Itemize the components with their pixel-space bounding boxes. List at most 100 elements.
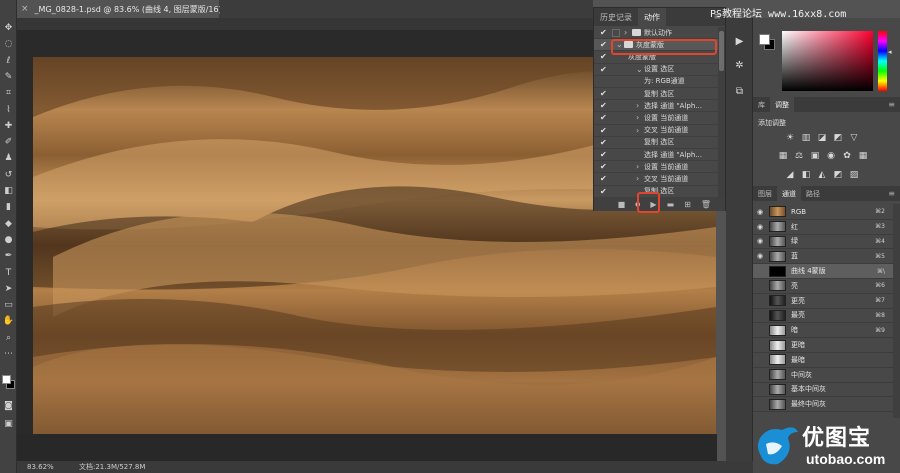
adjustment-icon[interactable]: ⚖	[794, 151, 804, 161]
adjustment-icon[interactable]: ◢	[785, 170, 795, 180]
channel-row[interactable]: 更亮 ⌘7	[753, 294, 893, 309]
adjustment-icon[interactable]: ▦	[778, 151, 788, 161]
lasso-tool-icon[interactable]: ℓ	[2, 55, 15, 68]
type-tool-icon[interactable]: T	[2, 267, 15, 280]
zoom-tool-icon[interactable]: ⌕	[2, 332, 15, 345]
action-row[interactable]: ✔ › 交叉 当前通道	[594, 173, 718, 186]
chevron-right-icon[interactable]: ›	[636, 101, 639, 110]
action-toggle-check[interactable]: ✔	[600, 28, 608, 37]
channel-row[interactable]: 基本中间灰	[753, 383, 893, 398]
action-row[interactable]: ✔ 复制 选区	[594, 88, 718, 101]
tab-paths[interactable]: 路径	[801, 186, 825, 201]
crop-tool-icon[interactable]: ⌗	[2, 87, 15, 100]
action-row[interactable]: ✔ › 默认动作	[594, 27, 718, 40]
stamp-tool-icon[interactable]: ♟	[2, 152, 15, 165]
channel-row[interactable]: 亮 ⌘6	[753, 279, 893, 294]
adjustment-icon[interactable]: ▥	[801, 133, 811, 143]
chevron-right-icon[interactable]: ›	[636, 113, 639, 122]
channel-row[interactable]: 最暗	[753, 353, 893, 368]
zoom-level[interactable]: 83.62%	[27, 463, 67, 471]
path-select-tool-icon[interactable]: ➤	[2, 283, 15, 296]
screen-mode-icon[interactable]: ▣	[2, 418, 15, 431]
channel-row[interactable]: ◉ 绿 ⌘4	[753, 235, 893, 250]
channel-row[interactable]: 中间灰	[753, 368, 893, 383]
action-toggle-check[interactable]: ✔	[600, 89, 608, 98]
color-field[interactable]	[782, 31, 873, 91]
tab-adjustments[interactable]: 调整	[770, 97, 794, 112]
tab-libraries[interactable]: 库	[753, 97, 770, 112]
action-toggle-check[interactable]: ✔	[600, 52, 608, 61]
tab-channels[interactable]: 通道	[777, 186, 801, 201]
adjustment-icon[interactable]: ▨	[849, 170, 859, 180]
marquee-tool-icon[interactable]: ◌	[2, 38, 15, 51]
adjustments-menu-icon[interactable]: ≡	[888, 97, 900, 112]
pen-tool-icon[interactable]: ✒	[2, 250, 15, 263]
visibility-eye-icon[interactable]: ◉	[757, 252, 767, 260]
hue-slider[interactable]	[878, 31, 887, 91]
tab-history[interactable]: 历史记录	[594, 8, 638, 26]
new-action-icon[interactable]: ⊞	[684, 200, 691, 209]
adjustment-icon[interactable]: ▦	[858, 151, 868, 161]
action-row[interactable]: ✔ 选择 通道 "Alph...	[594, 149, 718, 162]
channel-row[interactable]: 暗 ⌘9	[753, 323, 893, 339]
action-toggle-check[interactable]: ✔	[600, 40, 608, 49]
visibility-eye-icon[interactable]: ◉	[757, 223, 767, 231]
adjustment-icon[interactable]: ◉	[826, 151, 836, 161]
stop-icon[interactable]: ■	[618, 200, 626, 209]
eyedropper-tool-icon[interactable]: ⌇	[2, 104, 15, 117]
action-row[interactable]: ✔ › 交叉 当前通道	[594, 125, 718, 137]
action-toggle-check[interactable]: ✔	[600, 150, 608, 159]
tool-foreground-swatch[interactable]	[2, 375, 11, 384]
eraser-tool-icon[interactable]: ◧	[2, 185, 15, 198]
document-tab[interactable]: × _MG_0828-1.psd @ 83.6% (曲线 4, 图层蒙版/16)…	[17, 0, 228, 18]
actions-scrollbar[interactable]	[718, 27, 725, 197]
visibility-eye-icon[interactable]: ◉	[757, 208, 767, 216]
dodge-tool-icon[interactable]: ●	[2, 234, 15, 247]
action-row[interactable]: ✔ › 设置 当前通道	[594, 112, 718, 125]
chevron-down-icon[interactable]: ⌄	[636, 65, 643, 74]
dialog-toggle-box[interactable]	[612, 28, 620, 37]
action-row[interactable]: 为: RGB通道	[594, 76, 718, 88]
play-panel-icon[interactable]: ▶	[732, 34, 747, 49]
action-toggle-check[interactable]: ✔	[600, 65, 608, 74]
quick-mask-icon[interactable]: ◙	[2, 400, 15, 413]
history-brush-tool-icon[interactable]: ↺	[2, 169, 15, 182]
scroll-thumb[interactable]	[719, 31, 724, 71]
channel-row[interactable]: 曲线 4蒙版 ⌘\	[753, 264, 893, 279]
chevron-right-icon[interactable]: ›	[624, 28, 627, 37]
channel-row[interactable]: ◉ 蓝 ⌘5	[753, 249, 893, 265]
channel-row[interactable]: ◉ 红 ⌘3	[753, 220, 893, 235]
adjustment-icon[interactable]: ✿	[842, 151, 852, 161]
channel-row[interactable]: 最亮 ⌘8	[753, 309, 893, 324]
tab-actions[interactable]: 动作	[638, 8, 666, 26]
channels-scrollbar[interactable]	[893, 204, 900, 418]
action-toggle-check[interactable]: ✔	[600, 174, 608, 183]
more-tools-icon[interactable]: ⋯	[2, 348, 15, 361]
brush-tool-icon[interactable]: ✐	[2, 136, 15, 149]
hue-slider-arrow-icon[interactable]: ◂	[888, 48, 892, 56]
action-row[interactable]: ✔ 复制 选区	[594, 137, 718, 149]
tab-layers[interactable]: 图层	[753, 186, 777, 201]
gradient-tool-icon[interactable]: ▮	[2, 201, 15, 214]
visibility-eye-icon[interactable]: ◉	[757, 237, 767, 245]
chevron-right-icon[interactable]: ›	[636, 162, 639, 171]
foreground-color-swatch[interactable]	[759, 34, 770, 45]
close-tab-icon[interactable]: ×	[21, 4, 29, 14]
brush-settings-icon[interactable]: ✲	[732, 58, 747, 73]
chevron-right-icon[interactable]: ›	[636, 174, 639, 183]
action-row[interactable]: ✔ › 选择 通道 "Alph...	[594, 100, 718, 113]
move-tool-icon[interactable]: ✥	[2, 22, 15, 35]
adjustment-icon[interactable]: ◩	[833, 133, 843, 143]
action-row[interactable]: ✔ ⌄ 设置 选区	[594, 64, 718, 76]
channel-row[interactable]: 最终中间灰	[753, 397, 893, 413]
delete-icon[interactable]: 🗑	[701, 200, 711, 209]
action-toggle-check[interactable]: ✔	[600, 126, 608, 135]
hand-tool-icon[interactable]: ✋	[2, 315, 15, 328]
action-toggle-check[interactable]: ✔	[600, 187, 608, 196]
adjustment-icon[interactable]: ◭	[817, 170, 827, 180]
clone-source-icon[interactable]: ⧉	[732, 84, 747, 99]
quick-select-tool-icon[interactable]: ✎	[2, 71, 15, 84]
adjustment-icon[interactable]: ☀	[785, 133, 795, 143]
adjustment-icon[interactable]: ▽	[849, 133, 859, 143]
action-toggle-check[interactable]: ✔	[600, 162, 608, 171]
